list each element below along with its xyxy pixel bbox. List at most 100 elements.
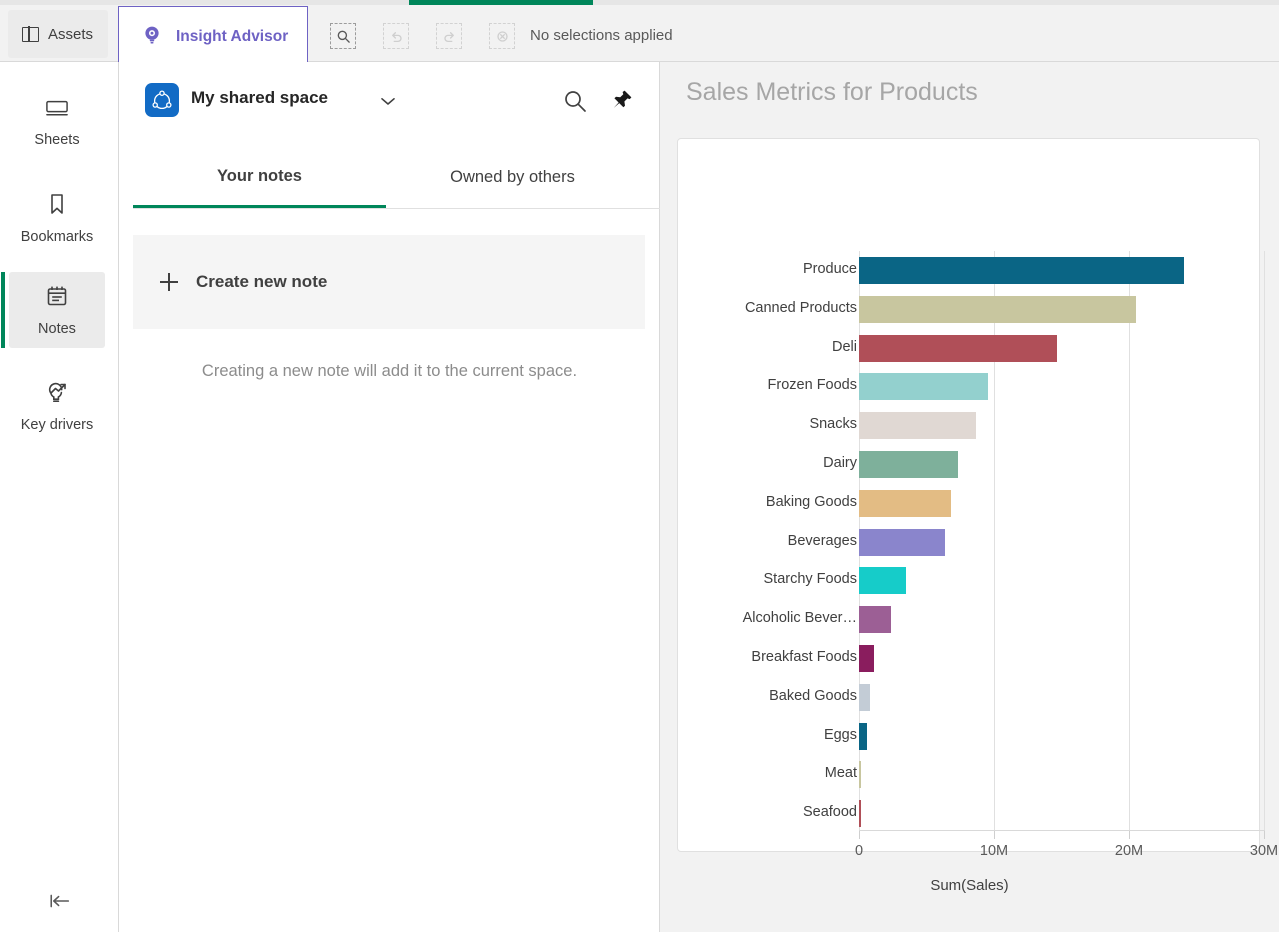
- content-area: Sales Metrics for Products Produce Canned…: [660, 62, 1279, 932]
- collapse-left-icon[interactable]: [41, 882, 79, 920]
- x-axis-title: Sum(Sales): [930, 877, 1009, 894]
- redo-icon[interactable]: [436, 23, 462, 49]
- bar-category-label: Alcoholic Bever…: [742, 610, 857, 627]
- top-toolbar: Assets Insight Advisor No selections app…: [0, 5, 1279, 68]
- left-nav-rail: Sheets Bookmarks Notes Key drivers: [0, 62, 119, 932]
- sidebar-item-sheets[interactable]: Sheets: [9, 84, 105, 160]
- bar-category-label: Canned Products: [744, 299, 857, 316]
- x-tick-mark: [859, 831, 860, 839]
- sidebar-item-key-drivers-label: Key drivers: [20, 416, 94, 433]
- bar-category-label: Baked Goods: [769, 687, 857, 704]
- bar[interactable]: [859, 412, 977, 440]
- bookmark-icon: [47, 192, 67, 221]
- bar-category-label: Seafood: [802, 804, 857, 821]
- x-tick-label: 10M: [979, 843, 1009, 859]
- bar-category-label: Dairy: [823, 455, 857, 471]
- bar-row[interactable]: Baked Goods: [678, 678, 1261, 717]
- bar[interactable]: [859, 373, 988, 401]
- pin-icon[interactable]: [611, 89, 635, 113]
- bar-category-label: Starchy Foods: [763, 571, 858, 588]
- bar[interactable]: [859, 567, 907, 595]
- bar[interactable]: [859, 451, 958, 478]
- notes-panel: My shared space Your notes Owned by othe…: [119, 62, 660, 932]
- bar[interactable]: [859, 295, 1136, 323]
- bar-chart[interactable]: Produce Canned Products Deli Frozen Foods Sn…: [678, 139, 1278, 894]
- notes-tabs: Your notes Owned by others: [133, 147, 660, 209]
- x-tick-mark: [1129, 831, 1130, 839]
- bar-category-label: Deli: [832, 338, 857, 355]
- bar-row[interactable]: Produce: [678, 251, 1261, 290]
- chart-card[interactable]: Produce Canned Products Deli Frozen Foods Sn…: [677, 138, 1278, 894]
- bar-category-label: Beverages: [787, 532, 857, 549]
- x-tick-label: 0: [854, 843, 864, 859]
- sidebar-item-bookmarks-label: Bookmarks: [20, 228, 94, 245]
- tab-insight-advisor-label: Insight Advisor: [176, 28, 289, 45]
- tab-owned-by-others[interactable]: Owned by others: [386, 147, 639, 208]
- bar[interactable]: [859, 800, 862, 828]
- bar[interactable]: [859, 489, 951, 517]
- bar[interactable]: [859, 528, 946, 556]
- x-tick-mark: [994, 831, 995, 839]
- bar-row[interactable]: Deli: [678, 329, 1261, 368]
- bar[interactable]: [859, 606, 892, 634]
- assets-button-label: Assets: [48, 25, 94, 43]
- tab-your-notes[interactable]: Your notes: [133, 147, 386, 208]
- x-tick-label: 20M: [1114, 843, 1144, 859]
- search-icon[interactable]: [562, 88, 588, 114]
- bar-row[interactable]: Breakfast Foods: [678, 639, 1261, 678]
- panel-layout-icon: [22, 25, 39, 43]
- bar-row[interactable]: Seafood: [678, 794, 1261, 833]
- bar-row[interactable]: Snacks: [678, 406, 1261, 445]
- sheets-icon: [44, 97, 70, 124]
- bar-category-label: Baking Goods: [765, 493, 857, 510]
- space-name-label: My shared space: [191, 88, 329, 107]
- tab-insight-advisor[interactable]: Insight Advisor: [118, 6, 308, 68]
- x-axis-line: [859, 830, 1265, 831]
- sidebar-item-key-drivers[interactable]: Key drivers: [9, 368, 105, 444]
- bar-category-label: Produce: [802, 261, 857, 277]
- key-drivers-icon: [44, 380, 70, 409]
- chevron-down-icon[interactable]: [377, 90, 399, 112]
- shared-space-icon: [145, 83, 179, 117]
- gridline: [1264, 251, 1265, 831]
- bar-row[interactable]: Dairy: [678, 445, 1261, 484]
- bar[interactable]: [859, 761, 862, 789]
- bar-row[interactable]: Frozen Foods: [678, 367, 1261, 406]
- sidebar-item-notes[interactable]: Notes: [1, 272, 105, 348]
- bar-category-label: Breakfast Foods: [751, 649, 857, 665]
- sidebar-item-sheets-label: Sheets: [34, 131, 80, 148]
- bar-row[interactable]: Beverages: [678, 523, 1261, 562]
- bar-category-label: Frozen Foods: [767, 377, 857, 394]
- bar[interactable]: [859, 334, 1058, 362]
- bar-category-label: Eggs: [823, 726, 857, 743]
- selections-status: No selections applied: [530, 27, 673, 44]
- assets-button[interactable]: Assets: [8, 10, 108, 58]
- x-tick-label: 30M: [1249, 843, 1279, 859]
- space-selector-row: My shared space: [119, 62, 660, 140]
- bar-category-label: Meat: [824, 765, 857, 782]
- bar-row[interactable]: Eggs: [678, 717, 1261, 756]
- bar[interactable]: [859, 645, 874, 672]
- bar-row[interactable]: Starchy Foods: [678, 561, 1261, 600]
- sidebar-item-bookmarks[interactable]: Bookmarks: [9, 180, 105, 256]
- bar[interactable]: [859, 257, 1185, 284]
- insight-lightbulb-icon: [141, 24, 163, 51]
- undo-icon[interactable]: [383, 23, 409, 49]
- x-tick-mark: [1264, 831, 1265, 839]
- bar-row[interactable]: Alcoholic Bever…: [678, 600, 1261, 639]
- clear-selections-icon[interactable]: [489, 23, 515, 49]
- sidebar-item-notes-label: Notes: [38, 320, 76, 337]
- notes-icon: [45, 284, 69, 313]
- create-new-note-button[interactable]: Create new note: [133, 235, 645, 329]
- notes-empty-hint: Creating a new note will add it to the c…: [201, 362, 578, 380]
- selection-search-icon[interactable]: [330, 23, 356, 49]
- bar-row[interactable]: Meat: [678, 755, 1261, 794]
- bar-row[interactable]: Baking Goods: [678, 484, 1261, 523]
- bar-row[interactable]: Canned Products: [678, 290, 1261, 329]
- bar-category-label: Snacks: [809, 416, 857, 433]
- bar[interactable]: [859, 683, 870, 711]
- plus-icon: [160, 273, 178, 291]
- create-new-note-label: Create new note: [196, 272, 328, 291]
- bar[interactable]: [859, 722, 868, 750]
- page-title: Sales Metrics for Products: [686, 78, 978, 106]
